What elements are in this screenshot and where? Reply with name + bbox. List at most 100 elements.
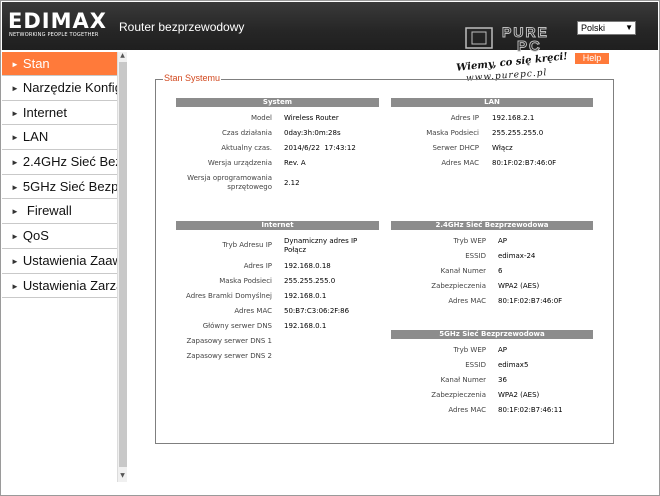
sidebar-item-wifi24[interactable]: ►2.4GHz Sieć Bezprzewodowa — [2, 150, 117, 175]
field-value: 255.255.255.0 — [492, 129, 544, 137]
field-label: Główny serwer DNS — [202, 322, 272, 330]
field-value: 192.168.2.1 — [492, 114, 535, 122]
field-label: Kanał Numer — [440, 267, 486, 275]
field-label: Adres MAC — [234, 307, 272, 315]
arrow-right-icon: ► — [11, 84, 19, 93]
arrow-right-icon: ► — [11, 182, 19, 192]
field-label: Tryb Adresu IP — [222, 241, 272, 249]
arrow-right-icon: ► — [11, 207, 19, 217]
sidebar-item-management[interactable]: ►Ustawienia Zarządzania — [2, 274, 117, 299]
field-label: Zabezpieczenia — [431, 391, 486, 399]
field-label: Czas działania — [221, 129, 272, 137]
scroll-down-icon[interactable]: ▼ — [118, 472, 127, 480]
sidebar-item-wifi5[interactable]: ►5GHz Sieć Bezprzewodowa — [2, 175, 117, 200]
sidebar-item-label: QoS — [22, 228, 49, 244]
field-label: Adres MAC — [441, 159, 479, 167]
field-value: 192.168.0.1 — [284, 292, 327, 300]
scrollbar-thumb[interactable] — [119, 62, 127, 467]
arrow-right-icon: ► — [11, 158, 19, 168]
sidebar-item-qos[interactable]: ► QoS — [2, 224, 117, 249]
field-label: Serwer DHCP — [432, 144, 479, 152]
top-header: EDIMAX NETWORKING PEOPLE TOGETHER Router… — [2, 2, 658, 56]
field-value: 192.168.0.1 — [284, 322, 327, 330]
sidebar: ►Stan ►Narzędzie Konfiguracji ►Internet … — [2, 52, 127, 492]
field-label: Maska Podsieci — [219, 277, 272, 285]
field-value: 80:1F:02:B7:46:0F — [492, 159, 557, 167]
sidebar-item-label: LAN — [22, 129, 49, 145]
field-label: ESSID — [465, 252, 486, 260]
arrow-right-icon: ► — [11, 133, 19, 143]
field-label: Adres MAC — [448, 406, 486, 414]
field-value: 6 — [498, 267, 503, 275]
field-value: 2.12 — [284, 179, 300, 187]
edimax-logo: EDIMAX NETWORKING PEOPLE TOGETHER — [8, 10, 106, 40]
field-label: Maska Podsieci — [426, 129, 479, 137]
watermark-logo-icon — [465, 27, 493, 49]
field-label: Kanał Numer — [440, 376, 486, 384]
field-label: Model — [250, 114, 272, 122]
sidebar-item-firewall[interactable]: ► Firewall — [2, 199, 117, 225]
language-select[interactable]: Polski ▼ — [577, 21, 636, 35]
field-label: Tryb WEP — [453, 237, 486, 245]
sidebar-menu: ►Stan ►Narzędzie Konfiguracji ►Internet … — [2, 52, 117, 299]
field-label: Zabezpieczenia — [431, 282, 486, 290]
field-value: 80:1F:02:B7:46:11 — [498, 406, 563, 414]
section-header-lan: LAN — [391, 98, 593, 107]
field-value: 2014/6/22 17:43:12 — [284, 144, 356, 152]
field-label: Wersja urządzenia — [207, 159, 272, 167]
field-label: Adres IP — [450, 114, 479, 122]
sidebar-item-label: Firewall — [26, 203, 72, 219]
arrow-right-icon: ► — [11, 256, 19, 266]
arrow-right-icon: ► — [11, 108, 19, 118]
arrow-right-icon: ► — [11, 232, 19, 242]
sidebar-item-label: Internet — [22, 104, 68, 120]
sidebar-item-stan[interactable]: ► Stan — [2, 52, 117, 76]
field-label: Adres IP — [243, 262, 272, 270]
field-value: Dynamiczny adres IP — [284, 237, 358, 245]
arrow-right-icon: ► — [11, 281, 19, 291]
field-label: ESSID — [465, 361, 486, 369]
field-label: Zapasowy serwer DNS 2 — [186, 352, 272, 360]
field-value: edimax5 — [498, 361, 529, 369]
dropdown-arrow-icon: ▼ — [625, 23, 633, 32]
sidebar-item-config-tool[interactable]: ►Narzędzie Konfiguracji — [2, 76, 117, 101]
sidebar-item-advanced[interactable]: ►Ustawienia Zaawansowane — [2, 249, 117, 274]
sidebar-item-label: Stan — [22, 56, 50, 71]
sidebar-item-internet[interactable]: ► Internet — [2, 101, 117, 126]
section-header-system: System — [176, 98, 379, 107]
field-value: WPA2 (AES) — [498, 391, 540, 399]
field-value: 50:B7:C3:06:2F:86 — [284, 307, 350, 315]
sidebar-item-lan[interactable]: ► LAN — [2, 125, 117, 151]
field-value: Włącz — [492, 144, 513, 152]
sidebar-item-label: 5GHz Sieć Bezprzewodowa — [22, 178, 117, 194]
help-button[interactable]: Help — [575, 53, 609, 64]
field-value: 80:1F:02:B7:46:0F — [498, 297, 563, 305]
section-header-wifi5: 5GHz Sieć Bezprzewodowa — [391, 330, 593, 339]
field-value: 36 — [498, 376, 507, 384]
browser-frame: EDIMAX NETWORKING PEOPLE TOGETHER Router… — [0, 0, 660, 496]
connection-status: Połącz — [284, 246, 307, 254]
app-title: Router bezprzewodowy — [119, 20, 245, 34]
field-value: 192.168.0.18 — [284, 262, 331, 270]
scroll-up-icon[interactable]: ▲ — [118, 52, 127, 60]
field-value: edimax-24 — [498, 252, 536, 260]
sidebar-item-label: Narzędzie Konfiguracji — [22, 80, 117, 95]
field-label: Aktualny czas. — [221, 144, 272, 152]
logo-text: EDIMAX — [8, 9, 107, 33]
field-label: Adres Bramki Domyślnej — [186, 292, 272, 300]
field-label: Wersja oprogramowania sprzętowego — [187, 174, 272, 191]
field-label: Tryb WEP — [453, 346, 486, 354]
field-value: WPA2 (AES) — [498, 282, 540, 290]
sidebar-item-label: Ustawienia Zaawansowane — [22, 252, 117, 268]
sidebar-scrollbar[interactable]: ▲ ▼ — [117, 52, 127, 482]
arrow-right-icon: ► — [11, 60, 19, 69]
field-value: 255.255.255.0 — [284, 277, 336, 285]
field-value: AP — [498, 346, 508, 354]
sidebar-item-label: 2.4GHz Sieć Bezprzewodowa — [22, 154, 117, 170]
field-value: Wireless Router — [284, 114, 339, 122]
logo-tagline: NETWORKING PEOPLE TOGETHER — [9, 32, 99, 38]
section-header-wifi24: 2.4GHz Sieć Bezprzewodowa — [391, 221, 593, 230]
section-header-internet: Internet — [176, 221, 379, 230]
language-value: Polski — [581, 23, 606, 33]
field-value: AP — [498, 237, 508, 245]
